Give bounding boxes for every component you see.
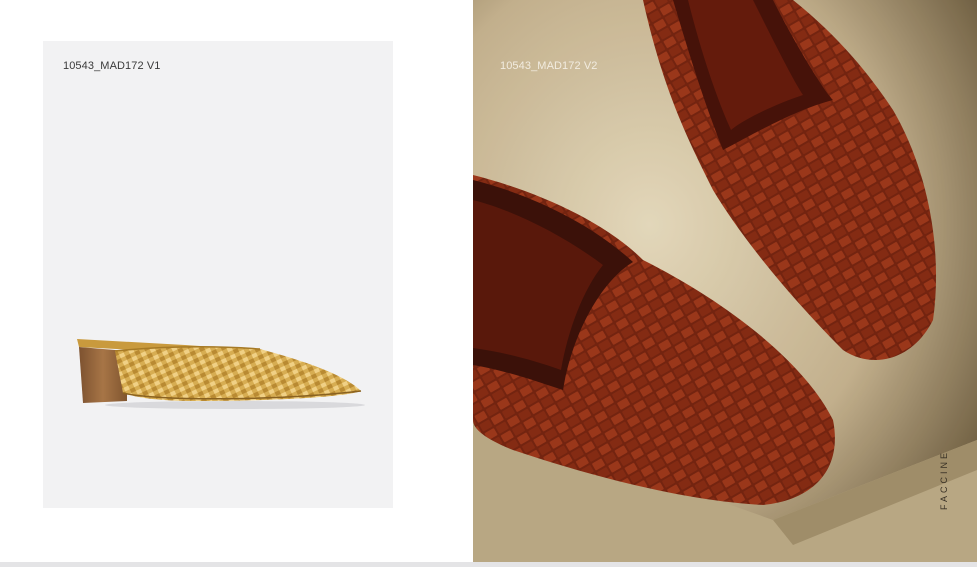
gold-woven-mule-icon — [77, 339, 365, 409]
product-panel-v2[interactable]: 10543_MAD172 V2 FACCINE — [473, 0, 977, 562]
product-code-v1: 10543_MAD172 V1 — [63, 60, 161, 72]
brand-watermark: FACCINE — [939, 450, 949, 511]
brown-woven-mules-photo-icon — [473, 0, 977, 562]
product-panel-v1: 10543_MAD172 V1 — [0, 0, 473, 562]
product-card-v1[interactable]: 10543_MAD172 V1 — [43, 41, 393, 508]
product-code-v2: 10543_MAD172 V2 — [500, 60, 598, 72]
bottom-scrollbar-track — [0, 562, 977, 567]
